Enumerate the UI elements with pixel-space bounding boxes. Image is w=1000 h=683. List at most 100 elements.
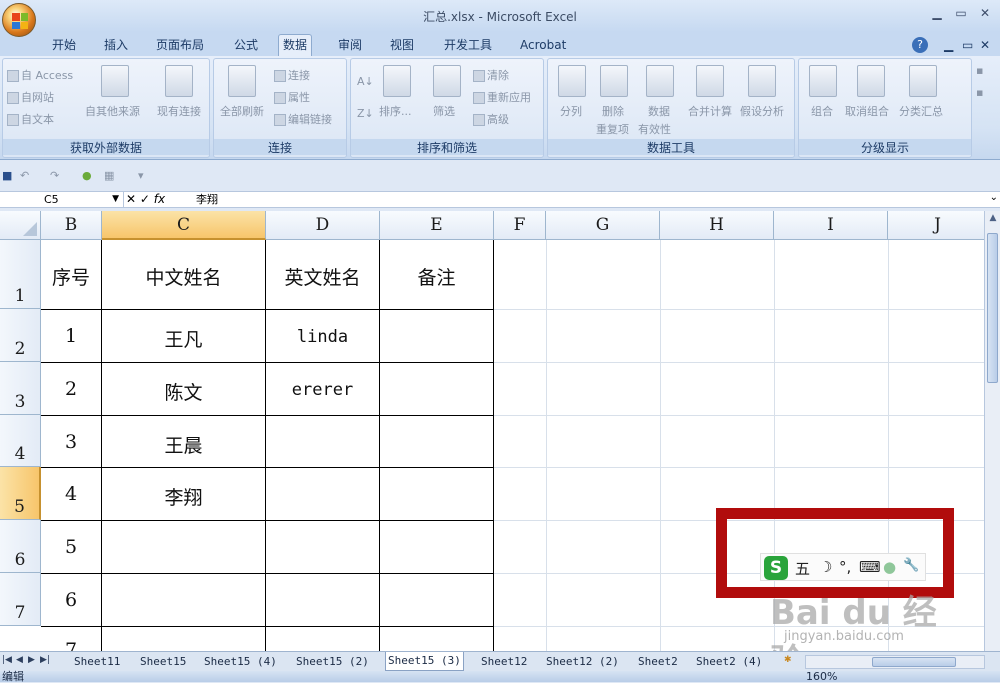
- prev-sheet-icon[interactable]: ◀: [16, 655, 23, 665]
- minimize-button[interactable]: ▁: [928, 6, 946, 20]
- table-cell[interactable]: 5: [41, 536, 101, 558]
- insert-sheet-icon[interactable]: ✱: [784, 655, 792, 665]
- column-header-i[interactable]: I: [774, 211, 888, 240]
- from-web-button[interactable]: 自网站: [7, 89, 54, 105]
- column-header-f[interactable]: F: [494, 211, 546, 240]
- sheet-tab[interactable]: Sheet12: [479, 653, 529, 671]
- table-cell[interactable]: 1: [41, 325, 101, 347]
- last-sheet-icon[interactable]: ▶|: [40, 655, 50, 665]
- sheet-tab[interactable]: Sheet2: [636, 653, 680, 671]
- formula-input[interactable]: 李翔: [196, 192, 218, 207]
- column-header-j[interactable]: J: [888, 211, 984, 240]
- subtotal-button[interactable]: 分类汇总: [899, 103, 943, 119]
- column-header-g[interactable]: G: [546, 211, 660, 240]
- refresh-all-button[interactable]: 全部刷新: [220, 103, 264, 119]
- row-header-3[interactable]: 3: [0, 362, 41, 415]
- table-cell[interactable]: 陈文: [102, 378, 265, 405]
- show-detail-icon[interactable]: ▪: [976, 64, 983, 77]
- column-header-h[interactable]: H: [660, 211, 774, 240]
- save-icon[interactable]: ■: [2, 169, 12, 182]
- first-sheet-icon[interactable]: |◀: [2, 655, 12, 665]
- table-cell[interactable]: 2: [41, 378, 101, 400]
- tab-page-layout[interactable]: 页面布局: [152, 36, 208, 56]
- tab-insert[interactable]: 插入: [100, 36, 132, 56]
- column-header-c[interactable]: C: [102, 211, 266, 240]
- next-sheet-icon[interactable]: ▶: [28, 655, 35, 665]
- expand-formula-icon[interactable]: ⌄: [990, 192, 998, 203]
- table-cell[interactable]: 王晨: [102, 431, 265, 458]
- header-cell-en-name[interactable]: 英文姓名: [266, 263, 379, 290]
- other-sources-button[interactable]: 自其他来源: [85, 103, 140, 119]
- globe-icon[interactable]: ●: [82, 169, 92, 182]
- sheet-tab[interactable]: Sheet11: [72, 653, 122, 671]
- table-cell[interactable]: 王凡: [102, 325, 265, 352]
- group-button[interactable]: 组合: [811, 103, 833, 119]
- sheet-tab[interactable]: Sheet15: [138, 653, 188, 671]
- table-cell[interactable]: linda: [266, 327, 379, 347]
- tab-developer[interactable]: 开发工具: [440, 36, 496, 56]
- tab-acrobat[interactable]: Acrobat: [516, 36, 570, 56]
- name-box[interactable]: C5 ▼: [0, 192, 124, 207]
- sheet-tab-active[interactable]: Sheet15 (3): [385, 652, 464, 671]
- table-cell-active[interactable]: 李翔: [102, 483, 265, 510]
- tab-view[interactable]: 视图: [386, 36, 418, 56]
- row-header-6[interactable]: 6: [0, 520, 41, 573]
- horizontal-scrollbar[interactable]: [805, 655, 985, 669]
- tab-formulas[interactable]: 公式: [230, 36, 262, 56]
- clear-filter-button[interactable]: 清除: [473, 67, 509, 83]
- insert-function-button[interactable]: fx: [154, 192, 165, 206]
- sort-desc-button[interactable]: Z↓: [357, 107, 374, 120]
- ribbon-close-button[interactable]: ✕: [976, 36, 994, 56]
- zoom-level[interactable]: 160%: [806, 671, 837, 682]
- table-cell[interactable]: 3: [41, 431, 101, 453]
- sheet-tab[interactable]: Sheet15 (2): [294, 653, 371, 671]
- sheet-tab[interactable]: Sheet12 (2): [544, 653, 621, 671]
- table-cell[interactable]: ererer: [266, 380, 379, 400]
- ungroup-button[interactable]: 取消组合: [845, 103, 889, 119]
- tab-review[interactable]: 审阅: [334, 36, 366, 56]
- row-header-1[interactable]: 1: [0, 240, 41, 309]
- chevron-down-icon[interactable]: ▼: [112, 192, 119, 207]
- customize-qat-icon[interactable]: ▾: [138, 169, 144, 182]
- ribbon-restore-button[interactable]: ▭: [958, 36, 977, 56]
- redo-icon[interactable]: ↷: [50, 169, 59, 182]
- close-button[interactable]: ✕: [976, 6, 994, 20]
- row-header-4[interactable]: 4: [0, 415, 41, 467]
- tab-home[interactable]: 开始: [48, 36, 80, 56]
- enter-icon[interactable]: ✓: [140, 192, 150, 206]
- header-cell-cn-name[interactable]: 中文姓名: [102, 263, 265, 290]
- column-header-e[interactable]: E: [380, 211, 494, 240]
- consolidate-button[interactable]: 合并计算: [688, 103, 732, 119]
- header-cell-seq[interactable]: 序号: [41, 263, 101, 290]
- vertical-scroll-thumb[interactable]: [987, 233, 998, 383]
- sort-quick-icon[interactable]: ▦: [104, 169, 114, 182]
- ribbon-minimize-button[interactable]: ▁: [940, 36, 957, 56]
- sort-button[interactable]: 排序...: [379, 103, 412, 119]
- what-if-button[interactable]: 假设分析: [740, 103, 784, 119]
- header-cell-notes[interactable]: 备注: [380, 263, 493, 290]
- undo-icon[interactable]: ↶: [20, 169, 29, 182]
- from-access-button[interactable]: 自 Access: [7, 67, 73, 83]
- select-all-button[interactable]: [0, 211, 41, 240]
- help-icon[interactable]: ?: [912, 37, 928, 53]
- table-cell[interactable]: 4: [41, 483, 101, 505]
- properties-button[interactable]: 属性: [274, 89, 310, 105]
- sheet-tab[interactable]: Sheet2 (4): [694, 653, 764, 671]
- remove-duplicates-button[interactable]: 删除: [602, 103, 624, 119]
- connections-button[interactable]: 连接: [274, 67, 310, 83]
- restore-button[interactable]: ▭: [952, 6, 970, 20]
- filter-button[interactable]: 筛选: [433, 103, 455, 119]
- row-header-5[interactable]: 5: [0, 467, 41, 520]
- from-text-button[interactable]: 自文本: [7, 111, 54, 127]
- edit-links-button[interactable]: 编辑链接: [274, 111, 332, 127]
- horizontal-scroll-thumb[interactable]: [872, 657, 956, 667]
- text-to-columns-button[interactable]: 分列: [560, 103, 582, 119]
- scroll-up-icon[interactable]: ▲: [987, 213, 999, 227]
- office-button[interactable]: [2, 3, 36, 37]
- column-header-b[interactable]: B: [41, 211, 102, 240]
- row-header-7[interactable]: 7: [0, 573, 41, 626]
- column-header-d[interactable]: D: [266, 211, 380, 240]
- table-cell[interactable]: 6: [41, 589, 101, 611]
- tab-data[interactable]: 数据: [278, 34, 313, 56]
- vertical-scrollbar[interactable]: ▲: [984, 211, 1000, 651]
